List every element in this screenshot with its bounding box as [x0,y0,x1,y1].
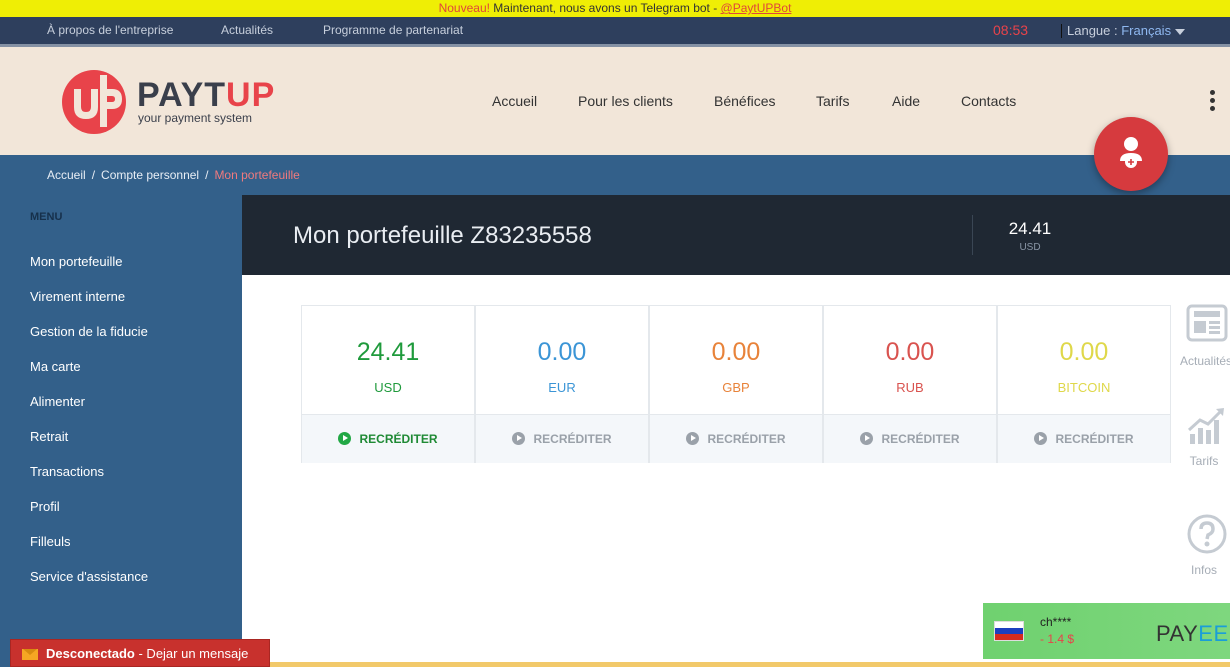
recredit-button[interactable]: RECRÉDITER [998,414,1170,463]
sidebar-item-withdrawal[interactable]: Retrait [30,429,68,444]
currency-amount: 24.41 [356,338,420,366]
currency-amount: 0.00 [537,338,587,366]
sidebar: MENU Mon portefeuille Virement interne G… [0,195,242,667]
language-selector[interactable]: Langue : Français [1067,17,1186,45]
logo[interactable]: PAYTUP your payment system [60,67,300,137]
wallet-balance: 24.41 [1008,219,1052,238]
announcement-badge: Nouveau! [438,1,490,15]
brand-tagline: your payment system [138,111,253,125]
recredit-button[interactable]: RECRÉDITER [824,414,996,463]
currency-card-eur: 0.00 EUR RECRÉDITER [475,305,649,463]
payee-logo: PAYEE [1156,621,1229,646]
breadcrumb-item-home[interactable]: Accueil [47,168,86,182]
breadcrumb-item-account[interactable]: Compte personnel [101,168,199,182]
info-widget[interactable]: Infos [1178,512,1230,577]
breadcrumb-separator: / [91,168,96,182]
divider [1061,24,1062,38]
breadcrumb-separator: / [205,168,209,182]
language-value: Français [1121,23,1172,38]
wallet-header: Mon portefeuille Z83235558 24.41 USD [242,195,1230,275]
nav-help[interactable]: Aide [892,93,920,109]
play-icon [512,432,526,446]
breadcrumb-bar: Accueil / Compte personnel / Mon portefeuill… [0,155,1230,195]
recredit-button[interactable]: RECRÉDITER [302,414,474,463]
news-icon [1186,304,1228,342]
live-chat-button[interactable]: Desconectado - Dejar un mensaje [10,639,270,667]
sidebar-item-deposit[interactable]: Alimenter [30,394,85,409]
user-add-icon [1120,137,1142,168]
currency-code: GBP [722,380,750,395]
currency-code: BITCOIN [1057,380,1111,395]
currency-amount: 0.00 [711,338,761,366]
sidebar-title: MENU [30,211,63,223]
topnav-link-about[interactable]: À propos de l'entreprise [47,17,173,44]
currency-card-gbp: 0.00 GBP RECRÉDITER [649,305,823,463]
news-widget-label: Actualités [1180,354,1230,368]
chat-label: Desconectado - Dejar un mensaje [46,646,249,661]
nav-for-clients[interactable]: Pour les clients [578,93,673,109]
play-icon [860,432,874,446]
currency-code: USD [374,380,402,395]
paytup-logo-icon [62,70,126,134]
announcement-bar: Nouveau! Maintenant, nous avons un Teleg… [0,0,1230,17]
currency-amount: 0.00 [885,338,935,366]
currency-card-usd: 24.41 USD RECRÉDITER [301,305,475,463]
more-menu-icon[interactable] [1210,90,1216,112]
payee-user: ch**** [1040,615,1072,629]
divider [972,215,973,255]
sidebar-item-transactions[interactable]: Transactions [30,464,104,479]
question-icon [1187,514,1227,554]
clock: 08:53 [993,22,1029,38]
divider [270,662,1230,667]
topnav-link-news[interactable]: Actualités [221,17,273,44]
sidebar-item-wallet[interactable]: Mon portefeuille [30,254,123,269]
rates-widget-label: Tarifs [1189,454,1219,468]
sidebar-item-trust-management[interactable]: Gestion de la fiducie [30,324,148,339]
play-icon [1034,432,1048,446]
info-widget-label: Infos [1190,563,1217,577]
profile-fab-button[interactable] [1094,117,1168,191]
telegram-bot-link[interactable]: @PaytUPBot [721,1,792,15]
recredit-button[interactable]: RECRÉDITER [476,414,648,463]
wallet-balance-currency: USD [1019,242,1041,253]
nav-benefits[interactable]: Bénéfices [714,93,775,109]
site-header: PAYTUP your payment system Accueil Pour … [0,47,1230,155]
currency-amount: 0.00 [1059,338,1109,366]
sidebar-item-profile[interactable]: Profil [30,499,60,514]
nav-contacts[interactable]: Contacts [961,93,1016,109]
currency-code: RUB [896,380,924,395]
chart-icon [1187,408,1224,444]
news-widget[interactable]: Actualités [1178,304,1230,368]
page-title: Mon portefeuille Z83235558 [293,222,592,249]
currency-card-bitcoin: 0.00 BITCOIN RECRÉDITER [997,305,1171,463]
envelope-icon [22,649,38,660]
currency-code: EUR [548,380,576,395]
sidebar-item-referrals[interactable]: Filleuls [30,534,70,549]
recredit-button[interactable]: RECRÉDITER [650,414,822,463]
russia-flag-icon [994,621,1024,641]
sidebar-item-my-card[interactable]: Ma carte [30,359,81,374]
nav-rates[interactable]: Tarifs [816,93,849,109]
rates-widget[interactable]: Tarifs [1178,406,1230,468]
topnav-link-partner[interactable]: Programme de partenariat [323,17,463,44]
play-icon [338,432,352,446]
brand-name: PAYTUP [137,76,276,114]
top-nav: À propos de l'entreprise Actualités Prog… [0,17,1230,44]
currency-card-rub: 0.00 RUB RECRÉDITER [823,305,997,463]
announcement-text: Maintenant, nous avons un Telegram bot - [489,1,721,15]
payee-amount: - 1.4 $ [1040,632,1075,646]
nav-home[interactable]: Accueil [492,93,537,109]
sidebar-item-support[interactable]: Service d'assistance [30,569,148,584]
language-label: Langue : [1067,23,1122,38]
sidebar-item-internal-transfer[interactable]: Virement interne [30,289,125,304]
payee-widget[interactable]: ch**** - 1.4 $ PAYEE [983,603,1230,659]
chevron-down-icon [1175,28,1186,35]
breadcrumb-current: Mon portefeuille [214,168,300,182]
breadcrumb: Accueil / Compte personnel / Mon portefeuill… [47,155,300,195]
play-icon [686,432,700,446]
